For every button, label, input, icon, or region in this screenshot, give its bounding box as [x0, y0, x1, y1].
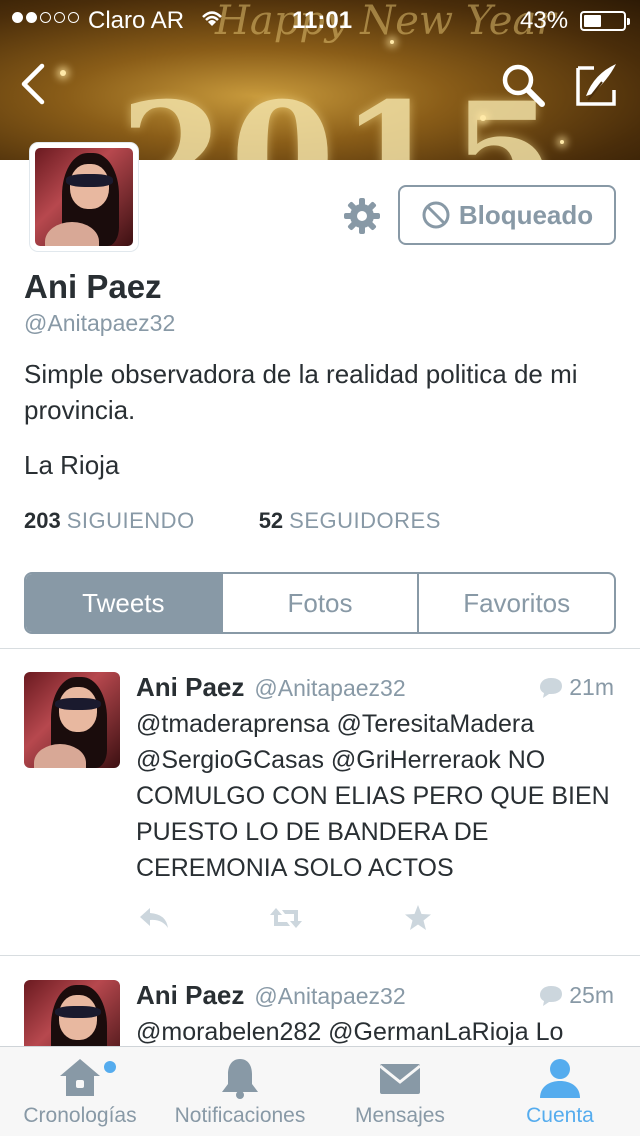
following-label: SIGUIENDO	[66, 508, 195, 533]
tweet-author-handle: @Anitapaez32	[254, 983, 406, 1009]
tweet-author-name: Ani Paez	[136, 980, 245, 1010]
compose-icon[interactable]	[572, 60, 622, 108]
divider	[0, 648, 640, 649]
new-content-badge	[104, 1061, 116, 1073]
tab-cuenta[interactable]: Cuenta	[480, 1047, 640, 1136]
tweet-time: 25m	[569, 982, 614, 1008]
tweet-text: @tmaderaprensa @TeresitaMadera @SergioGC…	[136, 710, 610, 882]
chevron-left-icon[interactable]	[14, 62, 54, 106]
tab-tweets[interactable]: Tweets	[26, 574, 221, 632]
tweet-timestamp: 21m	[539, 674, 614, 701]
profile-stats: 203 SIGUIENDO 52 SEGUIDORES	[24, 508, 441, 534]
followers-stat[interactable]: 52 SEGUIDORES	[259, 508, 441, 534]
tweet-timestamp: 25m	[539, 982, 614, 1009]
tweet-actions	[136, 904, 436, 932]
tweet-header: Ani Paez @Anitapaez32	[136, 672, 406, 703]
followers-count: 52	[258, 508, 284, 533]
avatar[interactable]	[24, 980, 120, 1046]
reply-icon[interactable]	[136, 904, 172, 932]
search-icon[interactable]	[500, 62, 546, 108]
tab-notificaciones[interactable]: Notificaciones	[160, 1047, 320, 1136]
conversation-icon	[540, 985, 563, 1006]
gear-icon[interactable]	[342, 196, 382, 236]
wifi-icon	[202, 11, 222, 26]
tweet-item[interactable]: Ani Paez @Anitapaez32 21m @tmaderaprensa…	[0, 672, 640, 932]
banner-year: 2015	[120, 70, 562, 160]
following-count: 203	[24, 508, 61, 533]
tweet-header: Ani Paez @Anitapaez32	[136, 980, 406, 1011]
retweet-icon[interactable]	[268, 904, 304, 932]
conversation-icon	[540, 677, 563, 698]
tweet-time: 21m	[569, 674, 614, 700]
signal-strength-icon	[12, 12, 79, 23]
blocked-button[interactable]: Bloqueado	[398, 185, 616, 245]
envelope-icon	[379, 1064, 421, 1094]
person-icon	[540, 1059, 580, 1098]
tab-label: Mensajes	[355, 1104, 445, 1127]
clock: 11:01	[292, 7, 353, 34]
avatar[interactable]	[24, 672, 120, 768]
divider	[0, 955, 640, 956]
blocked-label: Bloqueado	[458, 199, 594, 230]
profile-name: Ani Paez	[24, 268, 162, 305]
tab-label: Cuenta	[526, 1104, 594, 1127]
status-bar: Claro AR 11:01 43%	[0, 0, 640, 40]
home-icon	[60, 1059, 100, 1096]
battery-percent: 43%	[520, 7, 569, 34]
tweet-item[interactable]: Ani Paez @Anitapaez32 25m @morabelen282 …	[0, 980, 640, 1046]
avatar	[35, 148, 133, 246]
tab-mensajes[interactable]: Mensajes	[320, 1047, 480, 1136]
followers-label: SEGUIDORES	[289, 508, 441, 533]
tweet-author-handle: @Anitapaez32	[254, 675, 406, 701]
profile-tabs: Tweets Fotos Favoritos	[24, 572, 616, 634]
tab-bar: Cronologías Notificaciones Mensajes Cuen…	[0, 1046, 640, 1136]
bell-icon	[222, 1059, 258, 1099]
tab-label: Notificaciones	[174, 1104, 306, 1127]
following-stat[interactable]: 203 SIGUIENDO	[24, 508, 195, 534]
profile-bio: Simple observadora de la realidad politi…	[24, 359, 578, 425]
block-icon	[422, 201, 450, 229]
tweet-text: @morabelen282 @GermanLaRioja Lo	[136, 1018, 564, 1046]
carrier-label: Claro AR	[88, 7, 185, 34]
profile-handle: @Anitapaez32	[24, 310, 176, 336]
tweet-author-name: Ani Paez	[136, 672, 245, 702]
tab-cronologias[interactable]: Cronologías	[0, 1047, 160, 1136]
battery-icon	[580, 11, 630, 31]
favorite-icon[interactable]	[400, 904, 436, 932]
tab-favoritos[interactable]: Favoritos	[417, 574, 614, 632]
tab-fotos[interactable]: Fotos	[220, 574, 418, 632]
profile-location: La Rioja	[24, 450, 120, 480]
profile-avatar[interactable]	[30, 143, 138, 251]
tab-label: Cronologías	[23, 1104, 137, 1127]
